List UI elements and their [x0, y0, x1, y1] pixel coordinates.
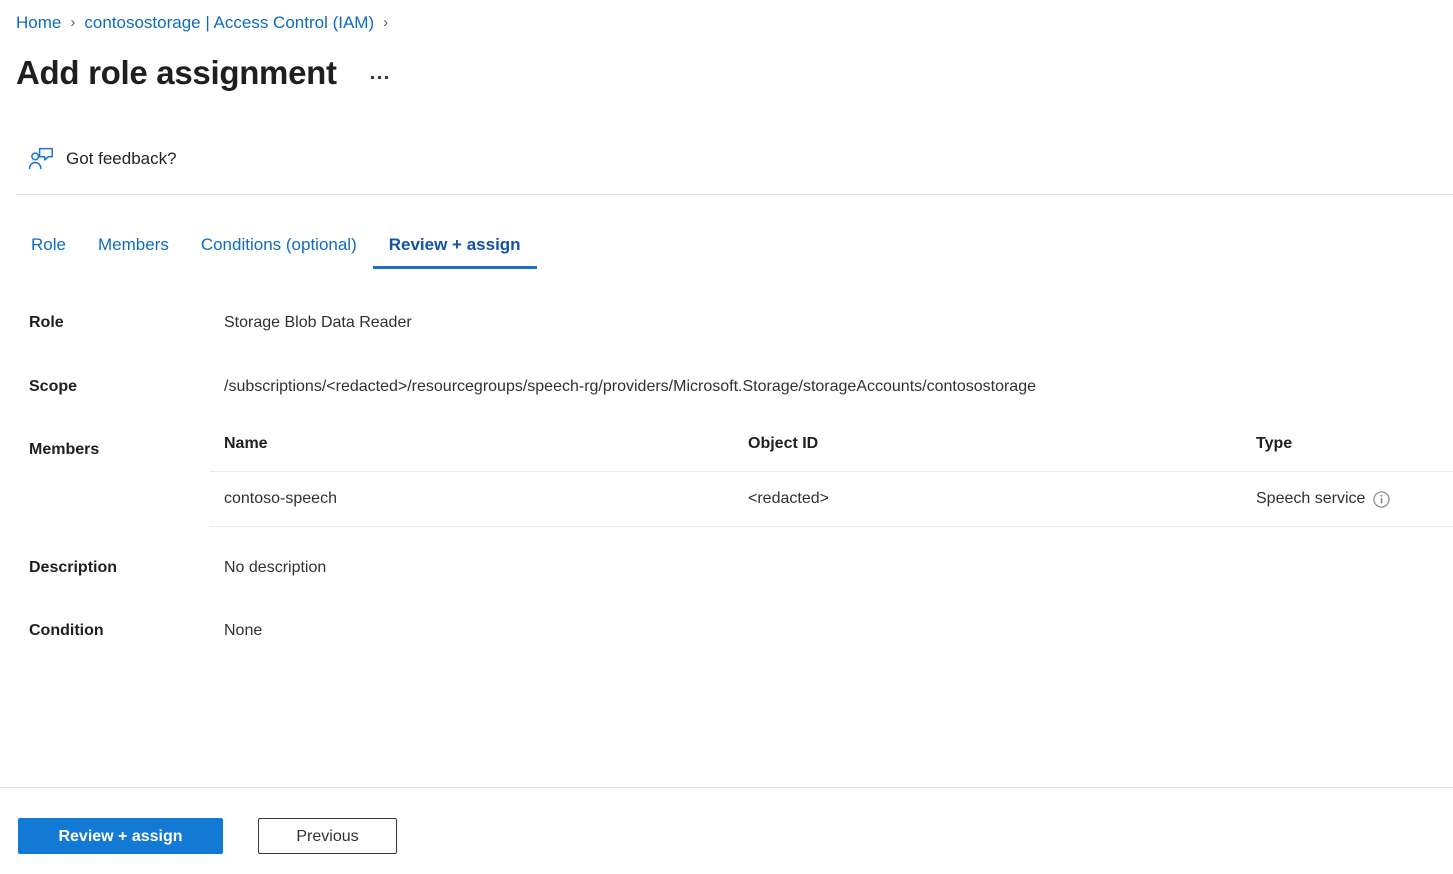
summary-row-condition: Condition None — [0, 620, 1453, 660]
description-label: Description — [29, 559, 118, 576]
scope-value: /subscriptions/<redacted>/resourcegroups… — [224, 378, 1036, 395]
tab-review-assign[interactable]: Review + assign — [372, 233, 537, 269]
column-header-name: Name — [210, 433, 734, 472]
breadcrumb-item-access-control[interactable]: contosostorage | Access Control (IAM) — [84, 12, 374, 34]
tab-role[interactable]: Role — [16, 233, 82, 269]
tab-role-label: Role — [31, 235, 66, 254]
cell-type-label: Speech service — [1256, 490, 1366, 507]
page-title: Add role assignment — [16, 54, 337, 91]
breadcrumb-chevron-icon: › — [70, 14, 76, 31]
description-value: No description — [224, 559, 327, 576]
ellipsis-dot-icon — [377, 75, 381, 79]
more-options-button[interactable] — [367, 72, 392, 83]
table-header-row: Name Object ID Type — [210, 433, 1453, 472]
feedback-person-icon — [28, 147, 54, 171]
tab-conditions[interactable]: Conditions (optional) — [185, 233, 373, 269]
role-value: Storage Blob Data Reader — [224, 314, 412, 331]
condition-value: None — [224, 622, 263, 639]
tab-members[interactable]: Members — [82, 233, 185, 269]
tab-conditions-label: Conditions (optional) — [200, 235, 357, 254]
role-label: Role — [29, 314, 64, 331]
tab-review-assign-label: Review + assign — [388, 235, 521, 254]
scope-label: Scope — [29, 378, 78, 395]
footer-actions: Review + assign Previous — [18, 818, 397, 854]
breadcrumb: Home › contosostorage | Access Control (… — [16, 12, 397, 34]
summary-row-scope: Scope /subscriptions/<redacted>/resource… — [0, 376, 1453, 439]
ellipsis-dot-icon — [370, 75, 374, 79]
cell-member-name: contoso-speech — [210, 471, 734, 527]
got-feedback-label: Got feedback? — [66, 149, 177, 168]
column-header-object-id: Object ID — [734, 433, 1242, 472]
table-row: contoso-speech <redacted> Speech service — [210, 471, 1453, 527]
wizard-tabs: Role Members Conditions (optional) Revie… — [16, 233, 537, 269]
info-icon[interactable] — [1373, 490, 1391, 508]
review-assign-button[interactable]: Review + assign — [18, 818, 223, 854]
condition-label: Condition — [29, 622, 104, 639]
tab-members-label: Members — [97, 235, 169, 254]
breadcrumb-chevron-icon: › — [383, 14, 389, 31]
members-label: Members — [29, 441, 100, 458]
summary-row-members: Members Name Object ID Type contoso-spee… — [0, 433, 1453, 557]
previous-button[interactable]: Previous — [258, 818, 397, 854]
got-feedback-link[interactable]: Got feedback? — [28, 147, 177, 171]
members-table: Name Object ID Type contoso-speech <reda… — [210, 433, 1453, 527]
summary-row-description: Description No description — [0, 557, 1453, 620]
summary-row-role: Role Storage Blob Data Reader — [0, 312, 1453, 376]
header-divider — [16, 194, 1453, 195]
ellipsis-dot-icon — [384, 75, 388, 79]
cell-object-id: <redacted> — [734, 471, 1242, 527]
column-header-type: Type — [1242, 433, 1453, 472]
review-summary: Role Storage Blob Data Reader Scope /sub… — [0, 312, 1453, 660]
breadcrumb-item-home[interactable]: Home — [16, 12, 61, 34]
page-header: Add role assignment — [16, 52, 392, 94]
cell-type: Speech service — [1242, 471, 1453, 527]
footer-divider — [0, 787, 1453, 788]
